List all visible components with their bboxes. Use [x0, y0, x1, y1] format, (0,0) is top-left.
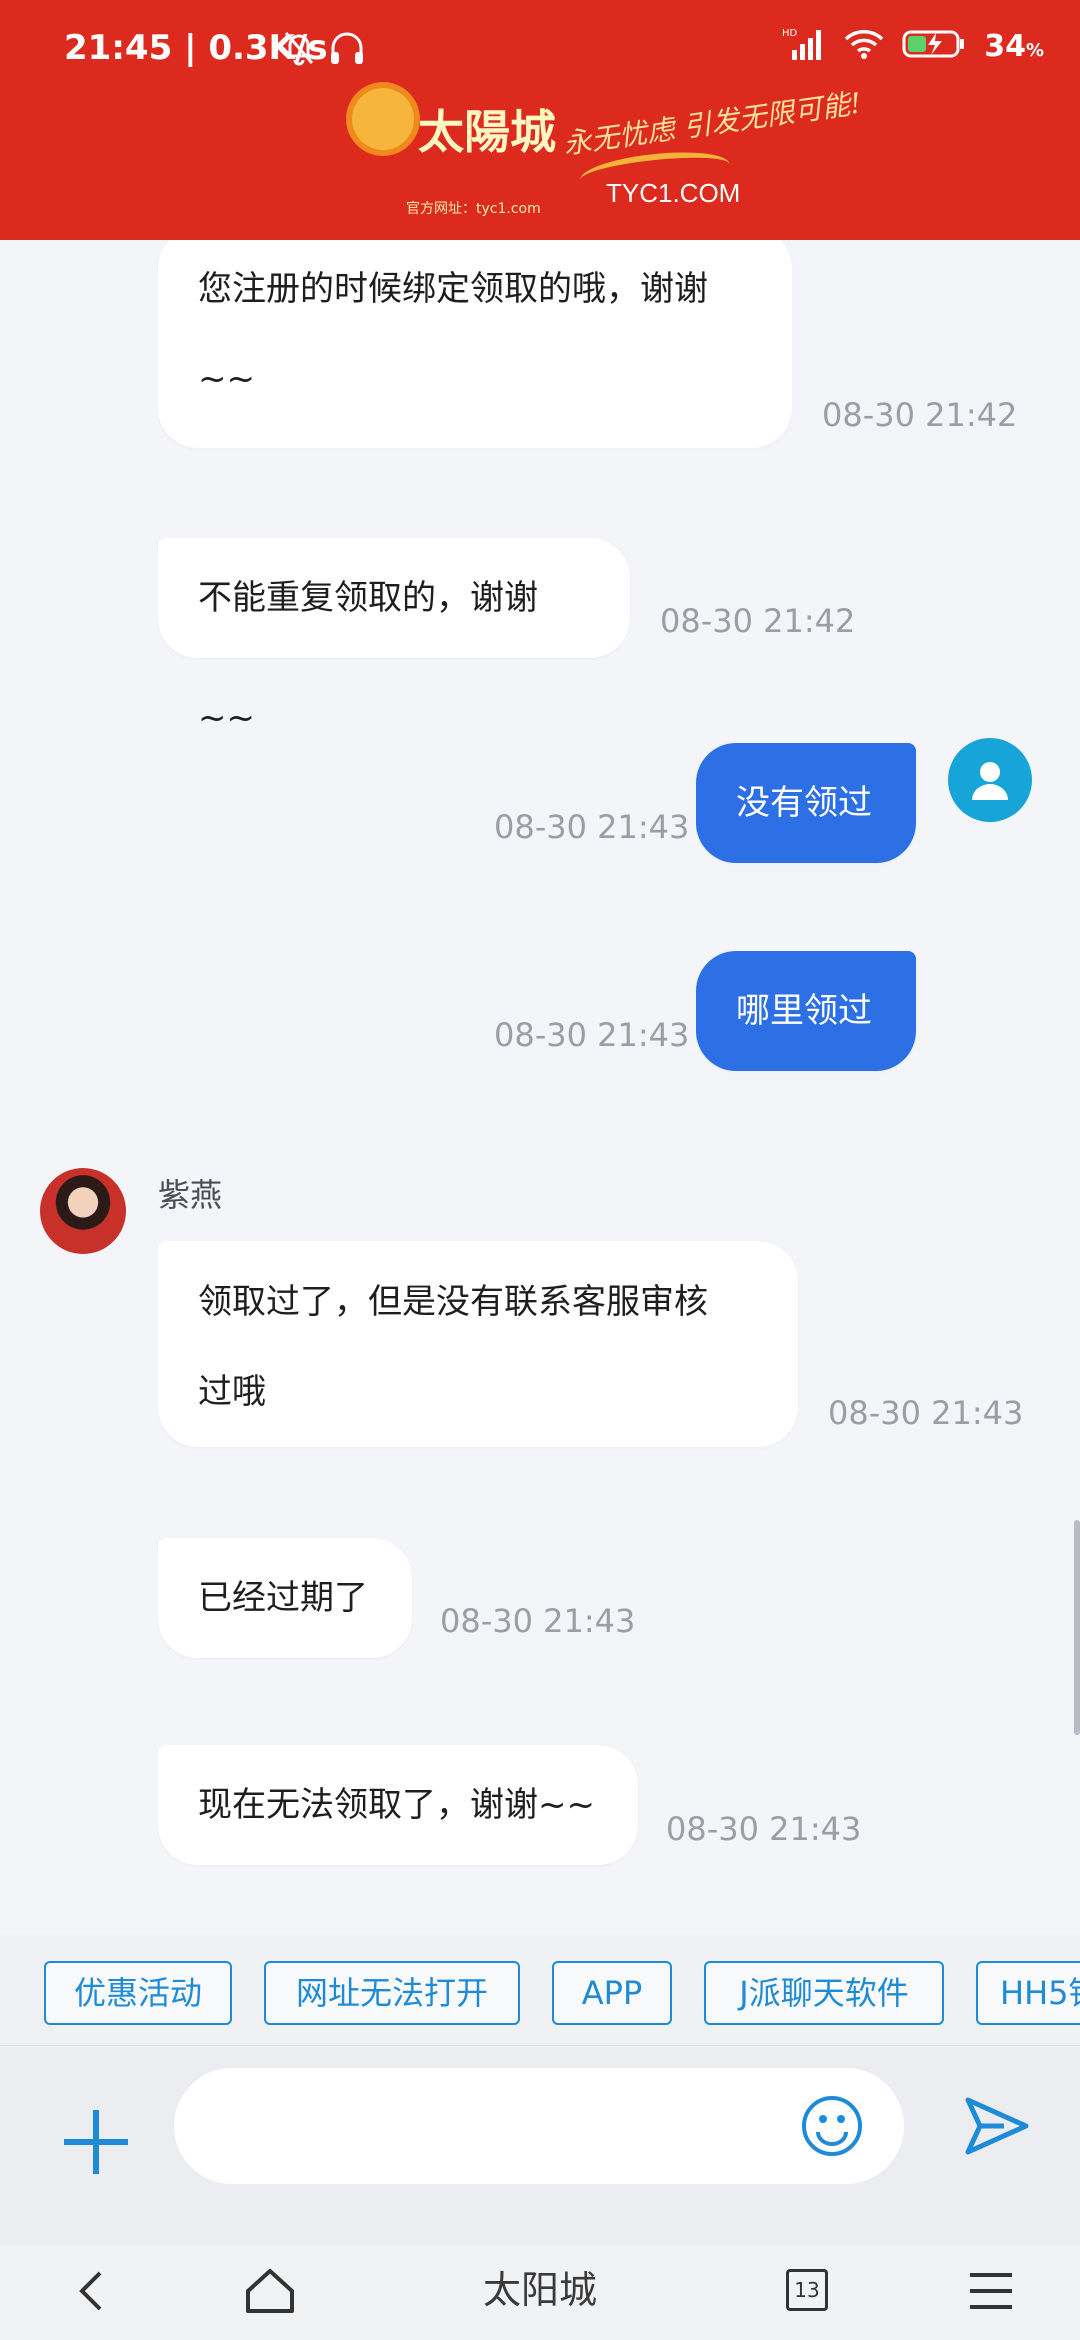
tabs-button[interactable]: 13	[786, 2269, 828, 2311]
page-title: 太阳城	[482, 2268, 597, 2312]
emoji-icon[interactable]	[800, 2094, 864, 2158]
message-text: 您注册的时候绑定领取的哦，谢谢	[198, 269, 708, 309]
input-bar	[0, 2045, 1080, 2246]
agent-message-bubble: 领取过了，但是没有联系客服审核 过哦	[158, 1241, 798, 1447]
mute-bell-icon	[282, 30, 316, 70]
message-text: 没有领过	[736, 783, 872, 823]
agent-message-bubble: 已经过期了	[158, 1538, 412, 1658]
quick-reply-chat-software[interactable]: J派聊天软件	[704, 1961, 944, 2025]
user-avatar[interactable]	[948, 738, 1032, 822]
message-text: 已经过期了	[198, 1578, 368, 1618]
agent-message-bubble: 您注册的时候绑定领取的哦，谢谢 ~~	[158, 240, 792, 448]
message-timestamp: 08-30 21:43	[494, 1016, 690, 1054]
message-timestamp: 08-30 21:43	[666, 1810, 862, 1848]
brand-slogan: 永无忧虑 引发无限可能!	[561, 86, 864, 161]
quick-reply-bar[interactable]: 优惠活动 网址无法打开 APP J派聊天软件 HH5钱	[0, 1935, 1080, 2045]
battery-charging-icon	[902, 29, 966, 63]
app-header: 21:45 | 0.3K/s HD 34% 太陽城 官方网址：tyc1.com …	[0, 0, 1080, 240]
brand-logo: 太陽城 官方网址：tyc1.com 永无忧虑 引发无限可能! TYC1.COM	[0, 82, 1080, 232]
agent-message-bubble: 现在无法领取了，谢谢~~	[158, 1745, 638, 1865]
person-icon	[972, 762, 1008, 800]
quick-reply-hh5[interactable]: HH5钱	[976, 1961, 1080, 2025]
signal-icon: HD	[782, 26, 826, 66]
message-text: 不能重复领取的，谢谢~~	[198, 578, 538, 738]
agent-name: 紫燕	[158, 1176, 223, 1214]
message-text: ~~	[198, 359, 255, 399]
message-timestamp: 08-30 21:43	[440, 1602, 636, 1640]
message-text: 过哦	[198, 1372, 266, 1412]
brand-site: 官方网址：tyc1.com	[406, 201, 541, 217]
sun-logo-icon	[352, 88, 414, 150]
quick-reply-app[interactable]: APP	[552, 1961, 672, 2025]
send-icon[interactable]	[960, 2090, 1032, 2162]
message-timestamp: 08-30 21:42	[660, 602, 856, 640]
agent-avatar[interactable]	[40, 1168, 126, 1254]
message-input[interactable]	[174, 2068, 904, 2184]
brand-domain: TYC1.COM	[606, 178, 741, 208]
message-timestamp: 08-30 21:42	[822, 396, 1018, 434]
add-attachment-icon[interactable]	[60, 2106, 132, 2178]
wifi-icon	[844, 28, 884, 64]
message-text: 哪里领过	[736, 991, 872, 1031]
message-text: 领取过了，但是没有联系客服审核	[198, 1282, 708, 1322]
chat-area[interactable]: 您注册的时候绑定领取的哦，谢谢 ~~ 08-30 21:42 不能重复领取的，谢…	[0, 240, 1080, 1935]
menu-icon[interactable]	[968, 2261, 1014, 2321]
brand-name: 太陽城	[418, 105, 556, 159]
user-message-bubble: 哪里领过	[696, 951, 916, 1071]
battery-percent: 34%	[984, 28, 1044, 64]
agent-message-bubble: 不能重复领取的，谢谢~~	[158, 538, 630, 738]
chat-scrollbar[interactable]	[1074, 1520, 1080, 1735]
quick-reply-url-issue[interactable]: 网址无法打开	[264, 1961, 520, 2025]
message-timestamp: 08-30 21:43	[828, 1394, 1024, 1432]
message-text: 现在无法领取了，谢谢~~	[198, 1785, 595, 1825]
svg-text:HD: HD	[782, 28, 798, 39]
message-timestamp: 08-30 21:43	[494, 808, 690, 846]
browser-nav-bar: 太阳城 13	[0, 2245, 1080, 2340]
user-message-bubble: 没有领过	[696, 743, 916, 863]
headphones-icon	[328, 30, 366, 70]
quick-reply-promotions[interactable]: 优惠活动	[44, 1961, 232, 2025]
